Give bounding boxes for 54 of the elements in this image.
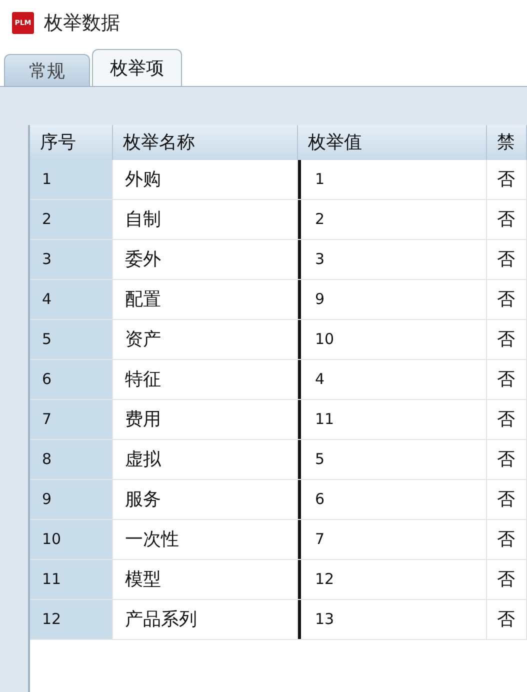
table-cell: 费用 (113, 400, 298, 439)
table-cell: 外购 (113, 160, 298, 199)
table-cell: 配置 (113, 280, 298, 319)
table-cell: 服务 (113, 480, 298, 519)
row-number: 3 (30, 240, 113, 279)
table-cell: 模型 (113, 560, 298, 599)
table-cell: 否 (487, 480, 527, 519)
table-cell: 否 (487, 240, 527, 279)
table-cell: 自制 (113, 200, 298, 239)
table-cell: 2 (298, 200, 487, 239)
table-cell: 否 (487, 320, 527, 359)
row-number: 10 (30, 520, 113, 559)
table-cell: 否 (487, 280, 527, 319)
table-cell: 否 (487, 400, 527, 439)
table-cell: 虚拟 (113, 440, 298, 479)
table-cell: 13 (298, 600, 487, 639)
table-cell: 10 (298, 320, 487, 359)
row-number: 2 (30, 200, 113, 239)
row-number: 12 (30, 600, 113, 639)
column-header[interactable]: 禁 (487, 125, 527, 160)
table-cell: 资产 (113, 320, 298, 359)
column-header[interactable]: 枚举名称 (113, 125, 298, 160)
table-cell: 1 (298, 160, 487, 199)
table-cell: 12 (298, 560, 487, 599)
table-cell: 3 (298, 240, 487, 279)
row-number: 11 (30, 560, 113, 599)
table-cell: 4 (298, 360, 487, 399)
row-number: 6 (30, 360, 113, 399)
table-cell: 6 (298, 480, 487, 519)
table-cell: 7 (298, 520, 487, 559)
table-cell: 产品系列 (113, 600, 298, 639)
table-cell: 特征 (113, 360, 298, 399)
column-header[interactable]: 枚举值 (298, 125, 487, 160)
row-number: 4 (30, 280, 113, 319)
row-number: 8 (30, 440, 113, 479)
table-cell: 否 (487, 360, 527, 399)
table-cell: 委外 (113, 240, 298, 279)
table-cell: 5 (298, 440, 487, 479)
table-cell: 否 (487, 200, 527, 239)
row-number: 5 (30, 320, 113, 359)
table-cell: 11 (298, 400, 487, 439)
tab[interactable]: 常规 (4, 54, 90, 86)
row-number: 7 (30, 400, 113, 439)
table-cell: 否 (487, 160, 527, 199)
window-title: 枚举数据 (44, 11, 120, 36)
tab[interactable]: 枚举项 (92, 49, 182, 86)
table-cell: 9 (298, 280, 487, 319)
row-number: 1 (30, 160, 113, 199)
table-cell: 否 (487, 440, 527, 479)
table-cell: 否 (487, 560, 527, 599)
table-cell: 否 (487, 600, 527, 639)
table-cell: 否 (487, 520, 527, 559)
table-cell: 一次性 (113, 520, 298, 559)
row-number: 9 (30, 480, 113, 519)
